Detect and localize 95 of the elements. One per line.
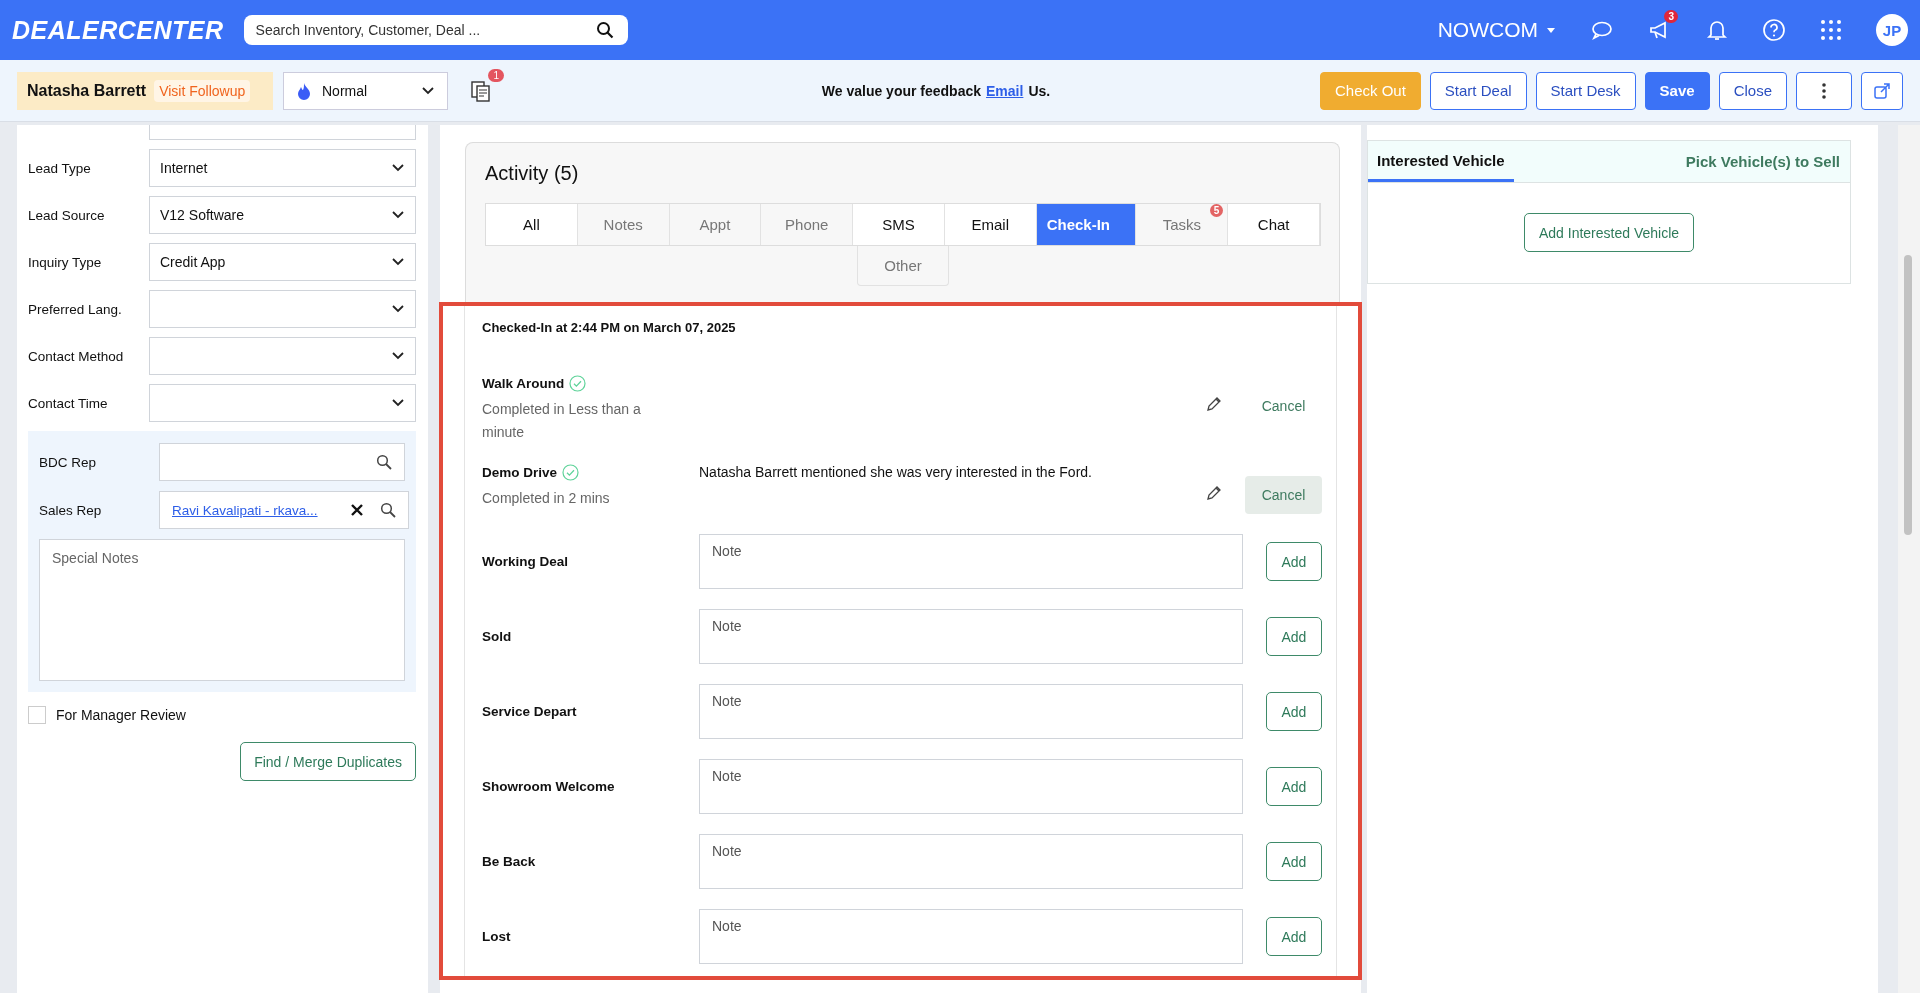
notes-field[interactable]: Special Notes	[39, 539, 405, 681]
find-duplicates-button[interactable]: Find / Merge Duplicates	[240, 742, 416, 781]
checkin-title: Checked-In at 2:44 PM on March 07, 2025	[482, 320, 737, 335]
field-label: Lead Source	[28, 207, 106, 223]
activity-title: Activity (5)	[485, 162, 580, 185]
field-label: Lead Type	[28, 160, 92, 176]
chevron-down-icon	[391, 163, 405, 173]
field-label: Sales Rep	[39, 502, 103, 518]
field-label: Contact Time	[28, 395, 109, 411]
more-button[interactable]	[1796, 71, 1852, 110]
customer-name: Natasha Barrett	[27, 81, 147, 100]
step-name: Walk Around	[482, 376, 565, 391]
chat-icon[interactable]	[1590, 19, 1614, 41]
activity-tab[interactable]: Check-In	[1036, 204, 1137, 245]
field-label: BDC Rep	[39, 454, 98, 470]
step-name: Demo Drive	[482, 465, 558, 480]
chevron-down-icon	[391, 304, 405, 314]
note-field[interactable]: Note	[699, 684, 1243, 739]
scrollbar[interactable]	[1898, 125, 1920, 993]
select-field[interactable]	[149, 125, 416, 140]
step-name: Showroom Welcome	[482, 779, 616, 794]
step-status: Completed in Less than a minute	[482, 400, 642, 442]
step-name: Service Depart	[482, 704, 578, 719]
chevron-down-icon	[391, 210, 405, 220]
note-field[interactable]: Note	[699, 909, 1243, 964]
step-name: Working Deal	[482, 554, 570, 569]
pencil-icon[interactable]	[1205, 395, 1223, 413]
count-badge: 1	[488, 68, 504, 82]
header-button[interactable]: Start Deal	[1429, 71, 1527, 110]
user-avatar[interactable]: JP	[1876, 14, 1908, 46]
organization-menu[interactable]: NOWCOM	[1437, 18, 1556, 42]
step-name: Lost	[482, 929, 512, 944]
select-field[interactable]: Credit App	[149, 243, 416, 281]
cancel-button[interactable]: Cancel	[1245, 387, 1322, 425]
field-label: Inquiry Type	[28, 254, 103, 270]
add-button[interactable]: Add	[1265, 542, 1322, 581]
step-status: Completed in 2 mins	[482, 489, 611, 508]
apps-grid-icon[interactable]	[1820, 19, 1842, 41]
field-label: Preferred Lang.	[28, 301, 123, 317]
more-icon	[1822, 82, 1826, 99]
checkbox-label: For Manager Review	[56, 707, 186, 723]
notification-badge: 3	[1664, 10, 1678, 23]
step-name: Sold	[482, 629, 513, 644]
visit-tag: Visit Followup	[154, 79, 251, 102]
add-button[interactable]: Add	[1265, 842, 1322, 881]
select-field[interactable]: V12 Software	[149, 196, 416, 234]
step-note: Natasha Barrett mentioned she was very interested in the Ford.	[699, 464, 1092, 480]
select-field[interactable]	[149, 384, 416, 422]
field-label: Contact Method	[28, 348, 125, 364]
clear-icon[interactable]	[349, 503, 364, 517]
popout-button[interactable]	[1861, 71, 1903, 110]
select-field[interactable]: Internet	[149, 149, 416, 187]
chevron-down-icon	[391, 351, 405, 361]
external-window-icon	[1873, 81, 1891, 100]
add-button[interactable]: Add	[1265, 767, 1322, 806]
feedback-text: We value your feedback	[821, 82, 982, 99]
count-badge: 5	[1209, 204, 1224, 217]
search-icon[interactable]	[376, 454, 392, 470]
help-icon[interactable]	[1762, 18, 1786, 42]
pick-vehicle-link[interactable]: Pick Vehicle(s) to Sell	[1685, 141, 1840, 182]
email-link[interactable]: Email	[986, 82, 1024, 99]
note-field[interactable]: Note	[699, 759, 1243, 814]
priority-select[interactable]: Normal	[283, 71, 448, 110]
chevron-down-icon	[391, 398, 405, 408]
input-field[interactable]	[159, 443, 405, 481]
select-field[interactable]	[149, 337, 416, 375]
add-button[interactable]: Add	[1265, 692, 1322, 731]
add-button[interactable]: Add	[1265, 917, 1322, 956]
header-button[interactable]: Close	[1718, 71, 1787, 110]
bell-icon[interactable]	[1706, 18, 1728, 42]
feedback-text: Us.	[1028, 82, 1051, 99]
vehicle-tab[interactable]: Interested Vehicle	[1368, 141, 1514, 182]
documents-icon[interactable]	[470, 78, 492, 103]
select-field[interactable]	[149, 290, 416, 328]
step-name: Be Back	[482, 854, 537, 869]
logo[interactable]: DEALERCENTER	[12, 15, 224, 45]
chevron-down-icon	[421, 85, 435, 96]
search-field[interactable]: Search Inventory, Customer, Deal ...	[243, 15, 628, 45]
cancel-button[interactable]: Cancel	[1245, 476, 1322, 514]
note-field[interactable]: Note	[699, 609, 1243, 664]
note-field[interactable]: Note	[699, 534, 1243, 589]
input-field[interactable]: Ravi Kavalipati - rkava...	[159, 491, 409, 529]
checkbox[interactable]	[28, 706, 46, 724]
flame-icon	[296, 81, 312, 100]
note-field[interactable]: Note	[699, 834, 1243, 889]
rep-link[interactable]: Ravi Kavalipati - rkava...	[172, 502, 318, 518]
search-icon[interactable]	[379, 502, 396, 518]
add-vehicle-button[interactable]: Add Interested Vehicle	[1523, 213, 1695, 252]
add-button[interactable]: Add	[1265, 617, 1322, 656]
search-icon	[595, 21, 614, 39]
chevron-down-icon	[391, 257, 405, 267]
pencil-icon[interactable]	[1205, 484, 1223, 502]
header-button[interactable]: Start Desk	[1535, 71, 1636, 110]
header-button[interactable]: Save	[1644, 71, 1710, 110]
caret-icon	[1546, 25, 1556, 35]
